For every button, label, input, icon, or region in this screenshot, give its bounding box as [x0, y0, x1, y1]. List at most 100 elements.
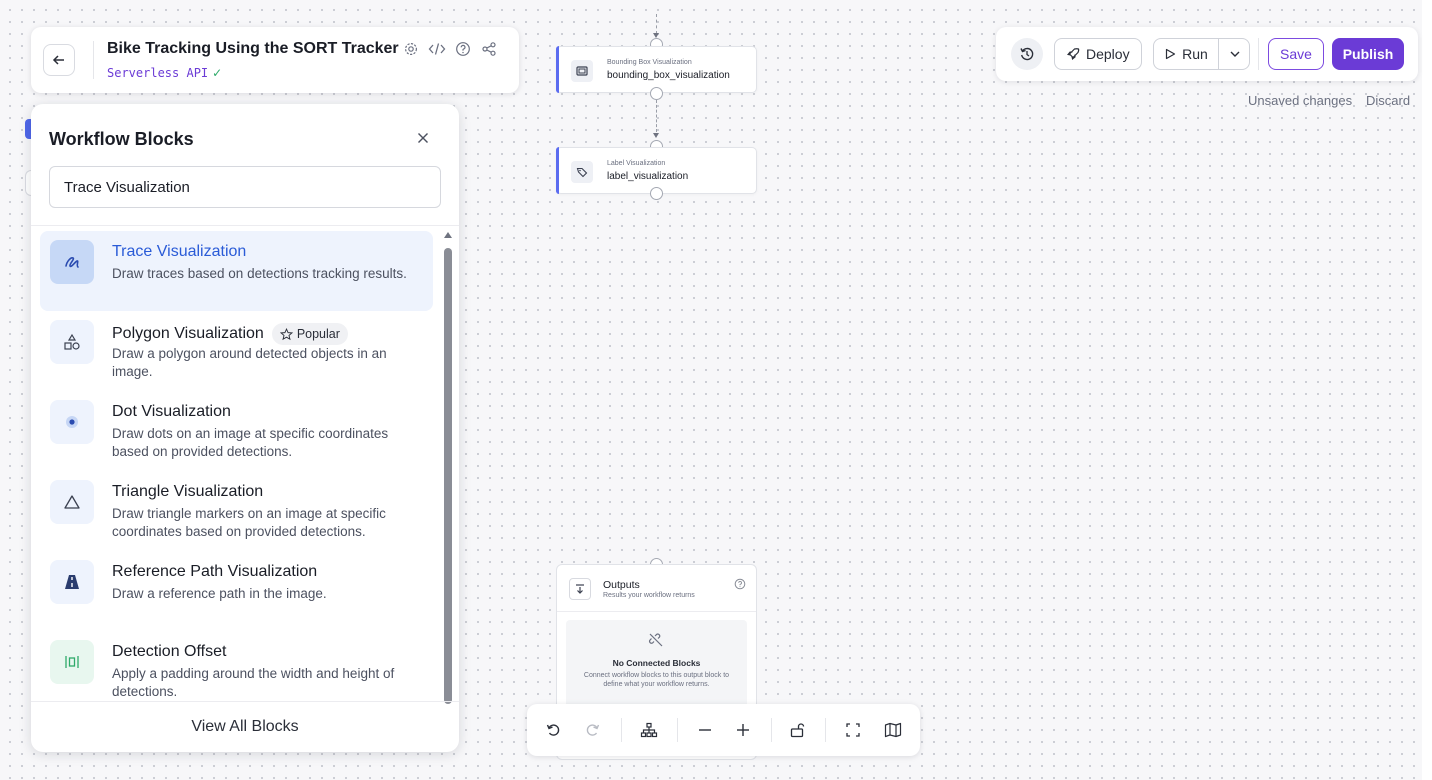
run-label: Run [1182, 46, 1208, 62]
item-name-text: Reference Path Visualization [112, 563, 318, 580]
code-icon [428, 43, 446, 55]
toolbar-separator [621, 718, 622, 742]
share-button[interactable] [479, 39, 499, 59]
map-icon [884, 722, 902, 738]
image-icon [571, 60, 593, 82]
toolbar-separator [771, 718, 772, 742]
view-all-blocks-button[interactable]: View All Blocks [191, 718, 298, 736]
fit-view-button[interactable] [841, 718, 865, 742]
list-item[interactable]: Dot Visualization Draw dots on an image … [40, 391, 433, 471]
run-button-group: Run [1153, 38, 1250, 70]
outputs-icon [569, 578, 591, 600]
panel-footer: View All Blocks [31, 701, 459, 752]
item-name: Triangle Visualization [112, 483, 263, 501]
node-output-handle[interactable] [650, 187, 663, 200]
redo-button[interactable] [581, 718, 605, 742]
edge-middle [656, 100, 657, 132]
header-divider [93, 41, 94, 79]
zoom-out-button[interactable] [693, 718, 717, 742]
lock-button[interactable] [785, 718, 809, 742]
close-button[interactable] [411, 126, 435, 150]
fullscreen-icon [846, 723, 860, 737]
item-name: Reference Path Visualization [112, 563, 317, 581]
list-item[interactable]: Trace Visualization Draw traces based on… [40, 231, 433, 311]
item-description: Draw a polygon around detected objects i… [112, 346, 387, 379]
panel-separator [31, 225, 459, 226]
deploy-button[interactable]: Deploy [1054, 38, 1142, 70]
canvas-edge [1422, 0, 1432, 780]
offset-icon [50, 640, 94, 684]
outputs-separator [557, 611, 756, 612]
chevron-down-icon [1230, 51, 1239, 57]
workflow-actions: Deploy Run Save Publish [996, 27, 1418, 81]
play-icon [1166, 48, 1176, 60]
back-button[interactable] [43, 44, 75, 76]
block-list: Trace Visualization Draw traces based on… [40, 231, 434, 701]
undo-button[interactable] [541, 718, 565, 742]
workflow-blocks-panel: Workflow Blocks Trace Visualization Draw… [31, 104, 459, 752]
publish-button[interactable]: Publish [1332, 38, 1404, 70]
actions-separator [1258, 38, 1259, 70]
block-search-input[interactable] [49, 166, 441, 208]
undo-icon [546, 724, 560, 736]
empty-state-title: No Connected Blocks [612, 658, 701, 668]
minus-icon [699, 729, 711, 731]
code-button[interactable] [427, 39, 447, 59]
list-item[interactable]: Detection Offset Apply a padding around … [40, 631, 433, 701]
workflow-title: Bike Tracking Using the SORT Tracker [107, 40, 399, 57]
toolbar-separator [677, 718, 678, 742]
item-name: Dot Visualization [112, 403, 231, 421]
item-name-text: Dot Visualization [112, 403, 231, 420]
triangle-icon [50, 480, 94, 524]
item-name-text: Polygon Visualization [112, 325, 264, 342]
node-accent [556, 147, 559, 194]
list-item[interactable]: Reference Path Visualization Draw a refe… [40, 551, 433, 631]
tag-icon [571, 161, 593, 183]
item-description: Draw a reference path in the image. [112, 586, 327, 601]
help-icon [456, 42, 470, 56]
empty-state-description: Connect workflow blocks to this output b… [583, 672, 730, 688]
bounding-box-node[interactable]: Bounding Box Visualization bounding_box_… [556, 46, 757, 93]
item-description: Apply a padding around the width and hei… [112, 666, 395, 699]
rocket-icon [1067, 48, 1080, 60]
item-name-text: Detection Offset [112, 643, 227, 660]
node-name-label: label_visualization [607, 171, 689, 182]
title-actions [401, 39, 499, 59]
outputs-title: Outputs [603, 579, 640, 591]
trace-icon [50, 240, 94, 284]
list-item[interactable]: Triangle Visualization Draw triangle mar… [40, 471, 433, 551]
item-name-text: Trace Visualization [112, 243, 247, 260]
scroll-thumb[interactable] [444, 248, 452, 704]
save-button[interactable]: Save [1268, 38, 1324, 70]
plus-icon [737, 724, 749, 736]
check-icon: ✓ [212, 66, 223, 80]
star-icon [279, 327, 293, 340]
redo-icon [586, 724, 600, 736]
canvas-toolbar [527, 704, 920, 756]
run-button[interactable]: Run [1154, 39, 1218, 69]
scroll-up-arrow[interactable] [444, 232, 452, 238]
discard-link[interactable]: Discard [1366, 93, 1410, 108]
list-scrollbar[interactable] [443, 232, 453, 704]
close-icon [418, 133, 428, 143]
item-name: Trace Visualization [112, 243, 246, 261]
list-item[interactable]: Polygon Visualization Popular Draw a pol… [40, 311, 433, 391]
node-output-handle[interactable] [650, 87, 663, 100]
run-options-button[interactable] [1219, 39, 1250, 69]
outputs-subtitle: Results your workflow returns [603, 592, 695, 599]
node-type-label: Bounding Box Visualization [607, 59, 692, 66]
item-name: Detection Offset [112, 643, 226, 661]
history-button[interactable] [1011, 38, 1043, 70]
gear-icon [404, 42, 418, 56]
help-icon[interactable] [734, 577, 746, 590]
settings-button[interactable] [401, 39, 421, 59]
item-description: Draw traces based on detections tracking… [112, 266, 407, 281]
share-icon [482, 42, 496, 56]
dot-icon [50, 400, 94, 444]
zoom-in-button[interactable] [731, 718, 755, 742]
history-icon [1020, 47, 1034, 61]
help-button[interactable] [453, 39, 473, 59]
minimap-button[interactable] [881, 718, 905, 742]
auto-layout-button[interactable] [637, 718, 661, 742]
unlink-icon [648, 632, 664, 653]
